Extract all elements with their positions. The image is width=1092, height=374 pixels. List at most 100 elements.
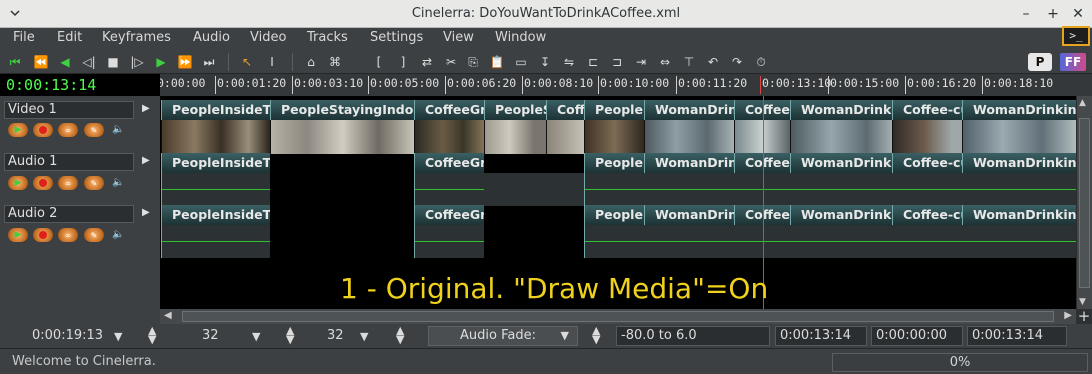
in-point-field[interactable]: 0:00:00:00 <box>871 326 963 346</box>
speaker-icon[interactable]: 🔈 <box>112 177 124 189</box>
speaker-icon[interactable]: 🔈 <box>112 124 124 136</box>
scroll-thumb[interactable] <box>1079 118 1090 288</box>
splice-icon[interactable]: ↧ <box>536 53 554 71</box>
scroll-thumb[interactable] <box>182 311 1054 322</box>
menu-keyframes[interactable]: Keyframes <box>102 30 171 45</box>
duration-dropdown-icon[interactable]: ▼ <box>114 330 122 343</box>
video-edit[interactable]: Coffee-cup <box>892 100 962 120</box>
expand-icon[interactable]: ⊤ <box>680 53 698 71</box>
audio-edit[interactable]: WomanDrinkingCoffee <box>790 153 892 173</box>
format-button[interactable]: P <box>1028 53 1052 71</box>
redo-icon[interactable]: ↷ <box>728 53 746 71</box>
scroll-left-icon[interactable]: ◀ <box>164 310 172 321</box>
amp-zoom-dropdown-icon[interactable]: ▼ <box>360 330 368 343</box>
cinelerra-logo-icon[interactable]: FF <box>1060 53 1086 71</box>
expand-track-icon[interactable]: ▶ <box>142 207 152 219</box>
arrow-tool-icon[interactable]: ↖ <box>238 53 256 71</box>
audio-edit[interactable]: Coffee-cup <box>892 205 962 225</box>
close-icon[interactable]: ✕ <box>1068 4 1088 24</box>
expand-track-icon[interactable]: ▶ <box>142 155 152 167</box>
video-edit[interactable]: CoffeeMachine <box>546 100 584 120</box>
terminal-icon[interactable]: >_ <box>1062 26 1090 46</box>
paste-icon[interactable]: 📋 <box>488 53 506 71</box>
audio-edit[interactable]: CoffeeCup <box>734 153 790 173</box>
audio-edit[interactable]: WomanDrinking <box>962 205 1076 225</box>
audio-edit[interactable]: Coffee-cup <box>892 153 962 173</box>
fit-icon[interactable]: ⇔ <box>656 53 674 71</box>
fade-tumbler-icon[interactable]: ▲ ▼ <box>592 325 600 345</box>
undo-icon[interactable]: ↶ <box>704 53 722 71</box>
draw-icon[interactable]: ✎ <box>84 176 104 190</box>
draw-icon[interactable]: ✎ <box>84 123 104 137</box>
menu-tracks[interactable]: Tracks <box>307 30 348 45</box>
time-ruler[interactable]: 0:00:00 0:00:01:20 0:00:03:10 0:00:05:00… <box>160 74 1092 96</box>
video-edit[interactable]: WomanDrinkingCoffee <box>790 100 892 120</box>
frame-back-icon[interactable]: ◁| <box>80 53 98 71</box>
video-edit[interactable]: WomanDrinking <box>962 100 1076 120</box>
menu-settings[interactable]: Settings <box>370 30 423 45</box>
track-title-video-1[interactable]: Video 1 <box>4 101 134 119</box>
record-track-icon[interactable] <box>33 228 53 242</box>
audio-edit[interactable]: WomanDrinkingCoffee <box>790 205 892 225</box>
menu-edit[interactable]: Edit <box>57 30 82 45</box>
audio-edit[interactable]: WomanDrinking <box>962 153 1076 173</box>
stop-icon[interactable]: ■ <box>104 53 122 71</box>
audio-edit[interactable]: PeopleInside <box>584 205 644 225</box>
out-point-field[interactable]: 0:00:13:14 <box>967 326 1067 346</box>
rewind-start-icon[interactable]: ⏮ <box>6 53 24 71</box>
transition-icon[interactable]: ⇋ <box>560 53 578 71</box>
in-point-icon[interactable]: [ <box>370 53 388 71</box>
cut-icon[interactable]: ✂ <box>442 53 460 71</box>
out-point-icon[interactable]: ] <box>394 53 412 71</box>
track-title-audio-1[interactable]: Audio 1 <box>4 153 134 171</box>
gang-icon[interactable]: ∞ <box>58 228 78 242</box>
goto-end-icon[interactable]: ⏭ <box>200 53 218 71</box>
play-track-icon[interactable]: ▶ <box>8 228 28 242</box>
horizontal-scrollbar[interactable]: ◀ ▶ <box>160 309 1076 324</box>
fast-reverse-icon[interactable]: ⏪ <box>32 53 50 71</box>
mute-region-icon[interactable]: ⊏ <box>584 53 602 71</box>
expand-track-icon[interactable]: ▶ <box>142 103 152 115</box>
audio-edit[interactable]: WomanDrinkingCoffee <box>644 205 734 225</box>
fade-range-field[interactable]: -80.0 to 6.0 <box>616 326 770 346</box>
video-edit[interactable]: PeopleSittingInside <box>484 100 546 120</box>
maximize-icon[interactable]: + <box>1043 4 1063 24</box>
sample-zoom-dropdown-icon[interactable]: ▼ <box>252 330 260 343</box>
overwrite-icon[interactable]: ⇄ <box>418 53 436 71</box>
ibeam-tool-icon[interactable]: I <box>263 53 281 71</box>
audio-edit[interactable]: PeopleInsideTheCafeteria <box>161 153 270 173</box>
duration-tumbler-icon[interactable]: ▲ ▼ <box>148 325 156 345</box>
vertical-scrollbar[interactable]: ▲ ▼ <box>1076 96 1092 309</box>
sample-zoom-tumbler-icon[interactable]: ▲ ▼ <box>286 325 294 345</box>
audio-edit[interactable]: PeopleInside <box>584 153 644 173</box>
speaker-icon[interactable]: 🔈 <box>112 229 124 241</box>
audio-edit[interactable]: CoffeeGrinder <box>414 153 484 173</box>
fast-forward-icon[interactable]: ⏩ <box>176 53 194 71</box>
play-icon[interactable]: ▶ <box>152 53 170 71</box>
reverse-play-icon[interactable]: ◀ <box>56 53 74 71</box>
clock-icon[interactable]: ⏱ <box>752 53 770 71</box>
menu-audio[interactable]: Audio <box>193 30 230 45</box>
label-prev-icon[interactable]: ⊐ <box>608 53 626 71</box>
audio-edit[interactable]: CoffeeCup <box>734 205 790 225</box>
video-edit[interactable]: CoffeeCup <box>734 100 790 120</box>
record-track-icon[interactable] <box>33 123 53 137</box>
audio-edit[interactable]: WomanDrinkingCoffee <box>644 153 734 173</box>
video-edit[interactable]: PeopleStayingIndoors <box>270 100 414 120</box>
minimize-icon[interactable]: – <box>1016 4 1036 24</box>
scroll-right-icon[interactable]: ▶ <box>1064 310 1072 321</box>
label-next-icon[interactable]: ⇥ <box>632 53 650 71</box>
timeline-canvas[interactable]: PeopleInsideTheCafeteria PeopleStayingIn… <box>160 96 1076 309</box>
audio-edit[interactable]: CoffeeGrinder <box>414 205 484 225</box>
gang-icon[interactable]: ∞ <box>58 123 78 137</box>
frame-forward-icon[interactable]: |▷ <box>128 53 146 71</box>
track-title-audio-2[interactable]: Audio 2 <box>4 205 134 223</box>
menu-view[interactable]: View <box>443 30 474 45</box>
toggle-label-icon[interactable]: ⌘ <box>326 53 344 71</box>
scroll-down-icon[interactable]: ▼ <box>1079 297 1086 307</box>
amp-zoom-tumbler-icon[interactable]: ▲ ▼ <box>396 325 404 345</box>
copy-icon[interactable]: ⎘ <box>464 53 482 71</box>
label-icon[interactable]: ⌂ <box>302 53 320 71</box>
play-track-icon[interactable]: ▶ <box>8 123 28 137</box>
audio-edit[interactable]: PeopleInsideTheCafeteria <box>161 205 270 225</box>
